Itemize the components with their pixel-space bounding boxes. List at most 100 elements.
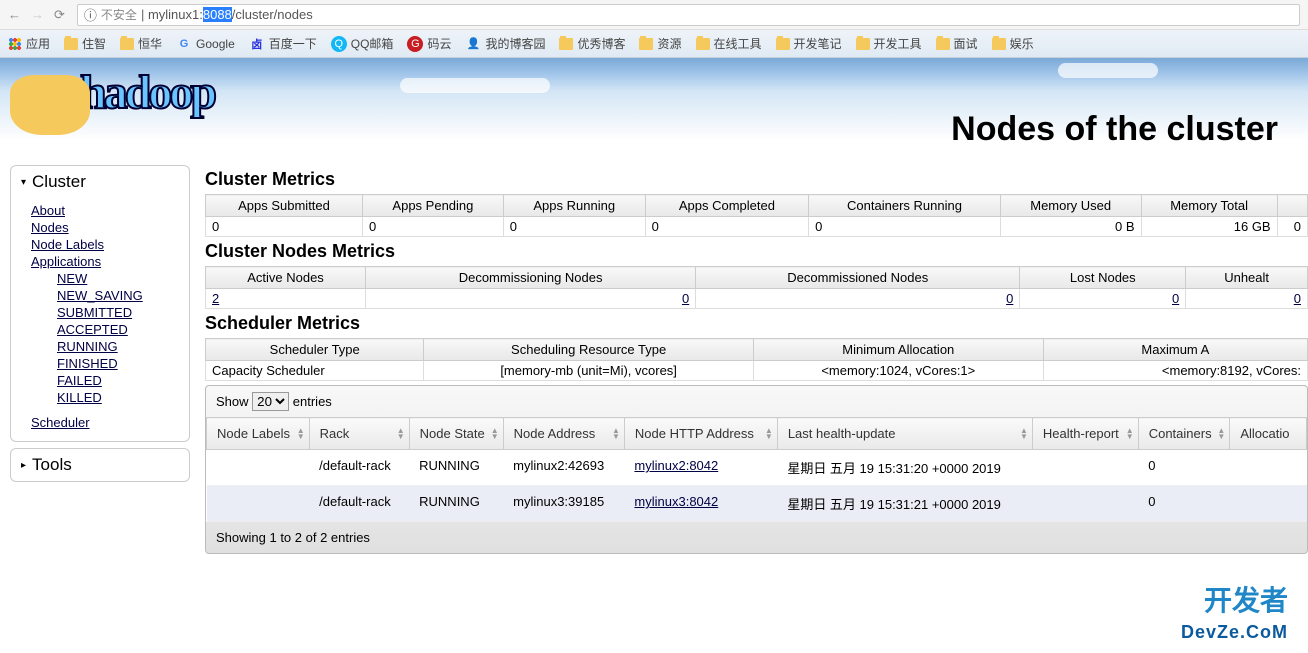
forward-button[interactable]: → bbox=[31, 7, 44, 22]
sidebar-app-state[interactable]: ACCEPTED bbox=[57, 321, 189, 338]
bookmark-item[interactable]: 面试 bbox=[936, 35, 978, 52]
col-header: Scheduler Type bbox=[206, 339, 424, 361]
sidebar-link-scheduler[interactable]: Scheduler bbox=[31, 414, 189, 431]
col-health-update[interactable]: Last health-update▲▼ bbox=[777, 418, 1032, 450]
sidebar-app-state[interactable]: SUBMITTED bbox=[57, 304, 189, 321]
nodes-metrics-table: Active Nodes Decommissioning Nodes Decom… bbox=[205, 266, 1308, 309]
scheduler-metrics-title: Scheduler Metrics bbox=[205, 313, 1308, 334]
sort-icon: ▲▼ bbox=[1020, 428, 1028, 440]
info-icon[interactable]: ⓘ bbox=[84, 5, 97, 24]
col-header: Apps Pending bbox=[363, 195, 504, 217]
col-header: Memory Used bbox=[1000, 195, 1141, 217]
col-node-labels[interactable]: Node Labels▲▼ bbox=[207, 418, 310, 450]
sort-icon: ▲▼ bbox=[765, 428, 773, 440]
col-header: Lost Nodes bbox=[1020, 267, 1186, 289]
col-header: Decommissioning Nodes bbox=[366, 267, 696, 289]
bookmark-item[interactable]: 优秀博客 bbox=[559, 35, 625, 52]
folder-icon bbox=[992, 38, 1006, 50]
page-size-select[interactable]: 20 bbox=[252, 392, 289, 411]
reload-button[interactable]: ⟳ bbox=[54, 7, 65, 23]
sort-icon: ▲▼ bbox=[1126, 428, 1134, 440]
folder-icon bbox=[120, 38, 134, 50]
gitee-icon: G bbox=[407, 36, 423, 52]
blog-icon: 👤 bbox=[465, 36, 481, 52]
col-header: Scheduling Resource Type bbox=[424, 339, 753, 361]
unhealthy-link[interactable]: 0 bbox=[1294, 291, 1301, 306]
page-title: Nodes of the cluster bbox=[951, 110, 1278, 149]
back-button[interactable]: ← bbox=[8, 7, 21, 22]
sort-icon: ▲▼ bbox=[491, 428, 499, 440]
url-suffix: /cluster/nodes bbox=[232, 7, 313, 22]
bookmark-item[interactable]: 在线工具 bbox=[696, 35, 762, 52]
decommissioned-link[interactable]: 0 bbox=[1006, 291, 1013, 306]
sidebar-app-state[interactable]: FINISHED bbox=[57, 355, 189, 372]
bookmark-item[interactable]: G码云 bbox=[407, 35, 451, 52]
col-node-address[interactable]: Node Address▲▼ bbox=[503, 418, 624, 450]
col-rack[interactable]: Rack▲▼ bbox=[309, 418, 409, 450]
bookmarks-bar: 应用 住智 恒华 GGoogle 卤百度一下 QQQ邮箱 G码云 👤我的博客园 … bbox=[0, 30, 1308, 58]
col-node-state[interactable]: Node State▲▼ bbox=[409, 418, 503, 450]
bookmark-item[interactable]: QQQ邮箱 bbox=[331, 35, 394, 52]
bookmark-item[interactable]: 卤百度一下 bbox=[249, 35, 317, 52]
url-prefix: mylinux1: bbox=[148, 7, 203, 22]
sort-icon: ▲▼ bbox=[397, 428, 405, 440]
bookmark-item[interactable]: 资源 bbox=[639, 35, 681, 52]
node-http-link[interactable]: mylinux2:8042 bbox=[634, 458, 718, 473]
bookmark-item[interactable]: 开发笔记 bbox=[776, 35, 842, 52]
col-header: Memory Total bbox=[1141, 195, 1277, 217]
sidebar-app-state[interactable]: NEW_SAVING bbox=[57, 287, 189, 304]
col-header: Unhealt bbox=[1186, 267, 1308, 289]
lost-nodes-link[interactable]: 0 bbox=[1172, 291, 1179, 306]
chevron-down-icon: ▾ bbox=[21, 177, 26, 188]
browser-toolbar: ← → ⟳ ⓘ 不安全 | mylinux1:8088/cluster/node… bbox=[0, 0, 1308, 30]
sidebar-link-about[interactable]: About bbox=[31, 202, 189, 219]
sort-icon: ▲▼ bbox=[297, 428, 305, 440]
sidebar-tools-header[interactable]: ▸Tools bbox=[11, 449, 189, 481]
node-http-link[interactable]: mylinux3:8042 bbox=[634, 494, 718, 509]
col-header: Apps Submitted bbox=[206, 195, 363, 217]
sidebar-tools-section: ▸Tools bbox=[10, 448, 190, 482]
sidebar-link-applications[interactable]: Applications bbox=[31, 253, 189, 270]
col-health-report[interactable]: Health-report▲▼ bbox=[1032, 418, 1138, 450]
datatable-toolbar: Show 20 entries bbox=[206, 386, 1307, 417]
sidebar-link-nodes[interactable]: Nodes bbox=[31, 219, 189, 236]
col-header bbox=[1277, 195, 1307, 217]
bookmark-item[interactable]: 恒华 bbox=[120, 35, 162, 52]
bookmark-item[interactable]: 住智 bbox=[64, 35, 106, 52]
table-row: Capacity Scheduler [memory-mb (unit=Mi),… bbox=[206, 361, 1308, 381]
cluster-metrics-title: Cluster Metrics bbox=[205, 169, 1308, 190]
sidebar-link-node-labels[interactable]: Node Labels bbox=[31, 236, 189, 253]
folder-icon bbox=[936, 38, 950, 50]
sidebar-cluster-section: ▾Cluster About Nodes Node Labels Applica… bbox=[10, 165, 190, 442]
folder-icon bbox=[559, 38, 573, 50]
qq-icon: Q bbox=[331, 36, 347, 52]
apps-menu[interactable]: 应用 bbox=[8, 35, 50, 52]
url-bar[interactable]: ⓘ 不安全 | mylinux1:8088/cluster/nodes bbox=[77, 4, 1300, 26]
sidebar-app-state[interactable]: FAILED bbox=[57, 372, 189, 389]
folder-icon bbox=[856, 38, 870, 50]
nodes-metrics-title: Cluster Nodes Metrics bbox=[205, 241, 1308, 262]
bookmark-item[interactable]: 开发工具 bbox=[856, 35, 922, 52]
datatable-footer: Showing 1 to 2 of 2 entries bbox=[206, 522, 1307, 553]
col-http-address[interactable]: Node HTTP Address▲▼ bbox=[624, 418, 777, 450]
sidebar-app-state[interactable]: NEW bbox=[57, 270, 189, 287]
sidebar-app-state[interactable]: KILLED bbox=[57, 389, 189, 406]
col-allocation[interactable]: Allocatio bbox=[1230, 418, 1307, 450]
baidu-icon: 卤 bbox=[249, 36, 265, 52]
bookmark-item[interactable]: 娱乐 bbox=[992, 35, 1034, 52]
active-nodes-link[interactable]: 2 bbox=[212, 291, 219, 306]
sidebar-cluster-header[interactable]: ▾Cluster bbox=[11, 166, 189, 198]
col-containers[interactable]: Containers▲▼ bbox=[1138, 418, 1230, 450]
decommissioning-link[interactable]: 0 bbox=[682, 291, 689, 306]
folder-icon bbox=[64, 38, 78, 50]
col-header: Apps Running bbox=[503, 195, 645, 217]
table-row: /default-rack RUNNING mylinux2:42693 myl… bbox=[207, 450, 1307, 486]
bookmark-item[interactable]: GGoogle bbox=[176, 36, 235, 52]
cluster-metrics-table: Apps Submitted Apps Pending Apps Running… bbox=[205, 194, 1308, 237]
chevron-right-icon: ▸ bbox=[21, 460, 26, 471]
col-header: Maximum A bbox=[1043, 339, 1307, 361]
scheduler-metrics-table: Scheduler Type Scheduling Resource Type … bbox=[205, 338, 1308, 381]
sidebar-app-state[interactable]: RUNNING bbox=[57, 338, 189, 355]
bookmark-item[interactable]: 👤我的博客园 bbox=[465, 35, 545, 52]
sort-icon: ▲▼ bbox=[1217, 428, 1225, 440]
